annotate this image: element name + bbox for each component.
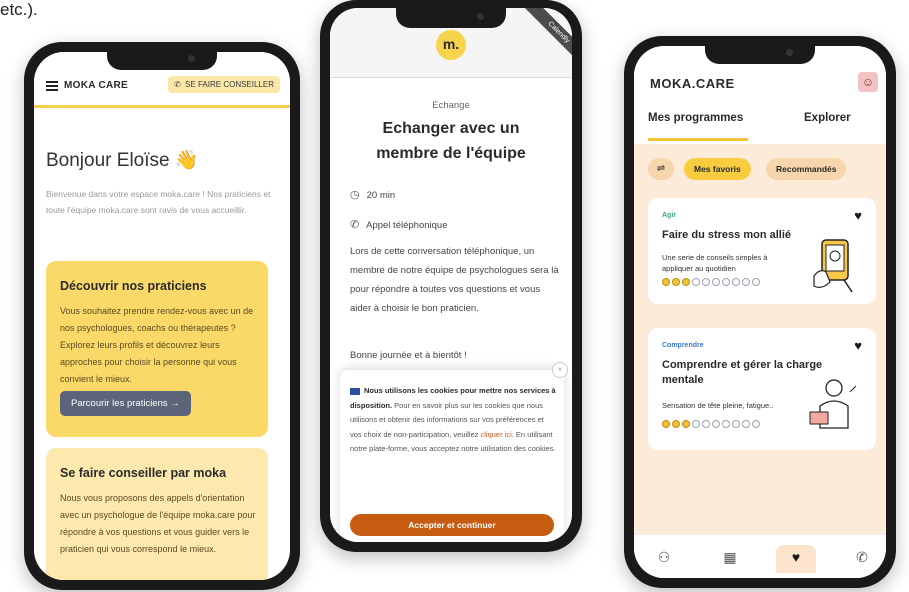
progress-dot — [722, 278, 730, 286]
brand-logo: MOKA CARE — [64, 80, 128, 91]
event-description: Lors de cette conversation téléphonique,… — [350, 246, 559, 314]
chip-favorites[interactable]: Mes favoris — [684, 158, 751, 180]
tab-my-programs[interactable]: Mes programmes — [648, 112, 743, 124]
progress-dots — [662, 420, 762, 430]
caption-fragment: etc.). — [0, 0, 38, 19]
duration-row: ◷ 20 min — [350, 188, 395, 201]
cookie-link[interactable]: cliquer ici — [481, 430, 512, 439]
phone-home: MOKA CARE ✆ SE FAIRE CONSEILLER Bonjour … — [24, 42, 300, 590]
progress-dot — [702, 278, 710, 286]
card-title: Se faire conseiller par moka — [60, 466, 227, 480]
progress-dot — [742, 278, 750, 286]
brand-logo: MOKA.CARE — [650, 76, 735, 91]
intro-text: Bienvenue dans votre espace moka.care ! … — [46, 189, 271, 215]
booking-screen: m. Calendly Echange Echanger avec un mem… — [330, 8, 572, 542]
cookie-banner: × Nous utilisons les cookies pour mettre… — [340, 362, 568, 542]
clock-icon: ◷ — [350, 189, 360, 201]
program-tag: Agir — [662, 212, 676, 219]
progress-dot — [682, 278, 690, 286]
greeting-text: Bonjour Eloïse — [46, 150, 170, 171]
event-title: Echanger avec un membre de l'équipe — [376, 120, 526, 162]
event-eyebrow: Echange — [432, 100, 470, 111]
people-icon[interactable]: ⚇ — [644, 545, 684, 573]
progress-dot — [682, 420, 690, 428]
phone-icon: ✆ — [350, 219, 360, 231]
phone-programs: MOKA.CARE ☺ Mes programmes Explorer ⇌ Me… — [624, 36, 896, 588]
phone-icon[interactable]: ✆ — [842, 545, 882, 573]
advise-button-label: SE FAIRE CONSEILLER — [185, 80, 274, 89]
practitioners-card: Découvrir nos praticiens Vous souhaitez … — [46, 261, 268, 437]
arrow-right-icon: → — [170, 398, 180, 409]
browse-practitioners-button[interactable]: Parcourir les praticiens → — [60, 391, 191, 416]
eu-flag-icon — [350, 387, 360, 395]
menu-icon[interactable] — [46, 81, 58, 91]
program-desc: Sensation de tête pleine, fatigue.. — [662, 401, 774, 410]
progress-dot — [712, 420, 720, 428]
filter-icon[interactable]: ⇌ — [648, 158, 674, 180]
call-type-row: ✆ Appel téléphonique — [350, 218, 447, 231]
progress-dot — [662, 420, 670, 428]
phone-notch — [107, 48, 217, 70]
calendly-ribbon[interactable]: Calendly — [520, 8, 572, 71]
program-card[interactable]: Agir ♥ Faire du stress mon allié Une ser… — [648, 198, 876, 304]
calendar-icon[interactable]: ▦ — [710, 545, 750, 573]
phone-notch — [396, 6, 506, 28]
card-body: Nous vous proposons des appels d'orienta… — [60, 493, 256, 554]
progress-dot — [742, 420, 750, 428]
progress-dot — [732, 278, 740, 286]
progress-dot — [672, 420, 680, 428]
active-tab-indicator — [648, 138, 748, 141]
progress-dot — [672, 278, 680, 286]
program-tag: Comprendre — [662, 342, 704, 349]
progress-dot — [662, 278, 670, 286]
close-icon[interactable]: × — [552, 362, 568, 378]
phone-illustration — [813, 239, 853, 293]
progress-dot — [752, 420, 760, 428]
cookie-text: Nous utilisons les cookies pour mettre n… — [350, 384, 556, 457]
bottom-nav: ⚇ ▦ ♥ ✆ — [634, 534, 886, 578]
advice-card: Se faire conseiller par moka Nous vous p… — [46, 448, 268, 580]
page-title: Bonjour Eloïse 👋 — [46, 148, 199, 172]
phone-booking: m. Calendly Echange Echanger avec un mem… — [320, 0, 582, 552]
button-label: Parcourir les praticiens — [71, 398, 168, 409]
phone-icon: ✆ — [174, 80, 181, 89]
avatar[interactable]: ☺ — [858, 72, 878, 92]
advise-button[interactable]: ✆ SE FAIRE CONSEILLER — [168, 76, 280, 93]
progress-dot — [692, 420, 700, 428]
farewell-text: Bonne journée et à bientôt ! — [350, 350, 467, 361]
chip-recommended[interactable]: Recommandés — [766, 158, 847, 180]
progress-dot — [702, 420, 710, 428]
programs-screen: MOKA.CARE ☺ Mes programmes Explorer ⇌ Me… — [634, 46, 886, 578]
progress-dot — [692, 278, 700, 286]
person-illustration — [809, 379, 857, 429]
moka-logo: m. — [436, 30, 466, 60]
call-type-text: Appel téléphonique — [366, 220, 448, 231]
progress-dot — [732, 420, 740, 428]
progress-dot — [712, 278, 720, 286]
program-desc: Une serie de conseils simples à applique… — [662, 253, 768, 273]
progress-dots — [662, 278, 762, 288]
card-body: Vous souhaitez prendre rendez-vous avec … — [60, 306, 254, 384]
card-title: Découvrir nos praticiens — [60, 279, 207, 293]
home-screen: MOKA CARE ✆ SE FAIRE CONSEILLER Bonjour … — [34, 52, 290, 580]
phone-notch — [705, 42, 815, 64]
progress-dot — [752, 278, 760, 286]
heart-icon[interactable]: ♥ — [854, 338, 862, 353]
duration-text: 20 min — [366, 190, 396, 201]
accept-cookies-button[interactable]: Accepter et continuer — [350, 514, 554, 536]
heart-icon[interactable]: ♥ — [854, 208, 862, 223]
program-card[interactable]: Comprendre ♥ Comprendre et gérer la char… — [648, 328, 876, 450]
wave-icon: 👋 — [174, 150, 199, 171]
tab-explore[interactable]: Explorer — [804, 112, 851, 124]
progress-dot — [722, 420, 730, 428]
heart-icon[interactable]: ♥ — [776, 545, 816, 573]
